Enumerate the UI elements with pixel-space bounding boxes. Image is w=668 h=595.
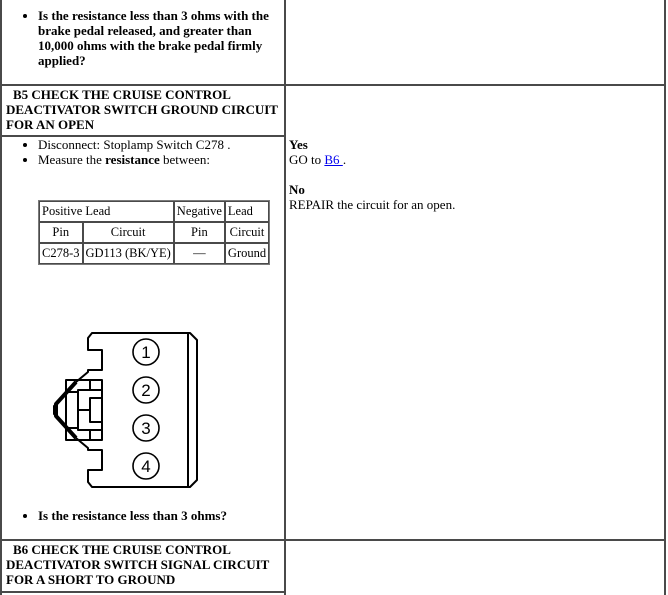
action-item: Measure the resistance between:	[38, 152, 280, 167]
negative-lead-header: Negative	[173, 201, 225, 222]
diagnostic-table: Is the resistance less than 3 ohms with …	[0, 0, 666, 595]
yes-label: Yes	[289, 137, 308, 152]
step-b5-question-cell: Is the resistance less than 3 ohms?	[0, 508, 280, 523]
connector-body	[53, 332, 198, 488]
no-label: No	[289, 182, 305, 197]
column-divider	[284, 0, 286, 595]
row-divider	[0, 539, 664, 541]
step-b5-question: Is the resistance less than 3 ohms?	[38, 508, 280, 523]
column-header: Circuit	[82, 222, 174, 243]
cell: C278-3	[39, 243, 83, 264]
row-divider	[0, 591, 286, 593]
cell: —	[173, 243, 225, 264]
step-b5-results: Yes GO to B6 . No REPAIR the circuit for…	[289, 137, 659, 212]
step-b6-title: B6 CHECK THE CRUISE CONTROL DEACTIVATOR …	[6, 542, 270, 587]
positive-lead-header: Positive Lead	[39, 201, 174, 222]
table-subheader-row: Pin Circuit Pin Circuit	[39, 222, 270, 243]
pin-1-label: 1	[141, 343, 150, 362]
action-item: Disconnect: Stoplamp Switch C278 .	[38, 137, 280, 152]
pin-4-label: 4	[141, 457, 150, 476]
cell: GD113 (BK/YE)	[82, 243, 174, 264]
no-action: REPAIR the circuit for an open.	[289, 197, 456, 212]
table-border-left	[0, 0, 2, 595]
latch-core	[89, 397, 103, 423]
negative-lead-header-cont: Lead	[224, 201, 270, 222]
yes-action: GO to B6 .	[289, 152, 347, 167]
column-header: Pin	[173, 222, 225, 243]
table-row: C278-3 GD113 (BK/YE) — Ground	[39, 243, 270, 264]
step-b5-title: B5 CHECK THE CRUISE CONTROL DEACTIVATOR …	[6, 87, 278, 132]
prev-step-cell: Is the resistance less than 3 ohms with …	[0, 8, 280, 68]
row-divider	[0, 84, 664, 86]
connector-c278-diagram: 1 2 3 4	[53, 332, 198, 488]
pin-3-label: 3	[141, 419, 150, 438]
prev-step-question: Is the resistance less than 3 ohms with …	[38, 8, 280, 68]
column-header: Pin	[39, 222, 83, 243]
cell: Ground	[224, 243, 270, 264]
pin-2-label: 2	[141, 381, 150, 400]
table-header-row: Positive Lead Negative Lead	[39, 201, 270, 222]
measurement-table: Positive Lead Negative Lead Pin Circuit …	[38, 200, 271, 265]
column-header: Circuit	[224, 222, 270, 243]
goto-b6-link[interactable]: B6	[324, 152, 342, 167]
step-b5-actions: Disconnect: Stoplamp Switch C278 . Measu…	[0, 137, 280, 167]
